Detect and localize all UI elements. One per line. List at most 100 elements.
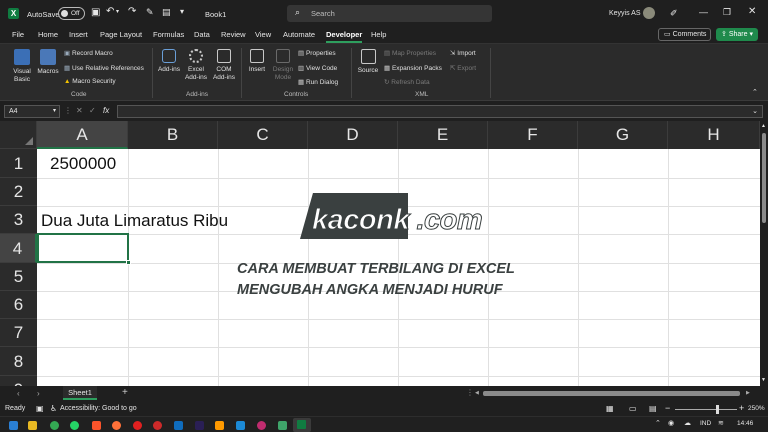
vscode-icon[interactable]: [236, 421, 245, 430]
import-button[interactable]: ⇲ Import: [450, 49, 476, 57]
horizontal-scrollbar[interactable]: [483, 391, 740, 396]
draw-icon[interactable]: ✎: [146, 7, 154, 18]
expansion-packs-button[interactable]: ▦ Expansion Packs: [384, 64, 442, 72]
tab-help[interactable]: Help: [371, 30, 386, 39]
cell-a3[interactable]: Dua Juta Limaratus Ribu: [41, 211, 228, 231]
prev-sheet-icon[interactable]: ‹: [17, 389, 20, 398]
file-explorer-icon[interactable]: [28, 421, 37, 430]
whatsapp-icon[interactable]: [70, 421, 79, 430]
media-player-icon[interactable]: [257, 421, 266, 430]
row-header-9[interactable]: 9: [0, 376, 37, 386]
export-button[interactable]: ⇱ Export: [450, 64, 476, 72]
tab-file[interactable]: File: [12, 30, 24, 39]
tab-review[interactable]: Review: [221, 30, 246, 39]
scroll-thumb[interactable]: [762, 133, 766, 223]
macro-record-icon[interactable]: ▣: [36, 404, 44, 413]
insert-function-icon[interactable]: fx: [103, 106, 109, 115]
next-sheet-icon[interactable]: ›: [37, 389, 40, 398]
row-header-3[interactable]: 3: [0, 206, 37, 234]
formula-input[interactable]: ⌄: [117, 105, 763, 118]
macros-button[interactable]: Macros: [35, 49, 61, 76]
hscroll-left-icon[interactable]: ◀: [475, 390, 479, 396]
row-header-4[interactable]: 4: [0, 234, 37, 263]
sheet-tab-sheet1[interactable]: Sheet1: [63, 386, 97, 400]
outlook-icon[interactable]: [174, 421, 183, 430]
tray-cloud-icon[interactable]: ☁: [684, 419, 691, 427]
pen-icon[interactable]: ✐: [670, 8, 678, 19]
tab-automate[interactable]: Automate: [283, 30, 315, 39]
normal-view-icon[interactable]: ▦: [606, 404, 614, 413]
column-header-f[interactable]: F: [488, 121, 578, 149]
hscroll-right-icon[interactable]: ▶: [746, 390, 750, 396]
wifi-icon[interactable]: ≋: [718, 419, 724, 427]
row-header-7[interactable]: 7: [0, 319, 37, 347]
accessibility-icon[interactable]: ♿: [50, 404, 57, 413]
enter-icon[interactable]: ✓: [89, 106, 96, 115]
record-macro-button[interactable]: ▣ Record Macro: [64, 49, 113, 57]
row-header-5[interactable]: 5: [0, 263, 37, 291]
tab-formulas[interactable]: Formulas: [153, 30, 184, 39]
row-header-1[interactable]: 1: [0, 149, 37, 178]
add-sheet-icon[interactable]: +: [122, 387, 128, 398]
zoom-out-icon[interactable]: −: [665, 403, 670, 413]
expand-formula-icon[interactable]: ⌄: [752, 107, 758, 115]
zoom-slider-thumb[interactable]: [716, 405, 719, 414]
undo-icon[interactable]: ↶: [106, 6, 114, 17]
map-properties-button[interactable]: ▤ Map Properties: [384, 49, 436, 57]
user-name[interactable]: Keyyis AS: [609, 10, 641, 17]
scroll-up-icon[interactable]: ▲: [761, 123, 766, 129]
com-addins-button[interactable]: COM Add-ins: [211, 49, 237, 81]
tab-home[interactable]: Home: [38, 30, 58, 39]
opera-gx-icon[interactable]: [153, 421, 162, 430]
selected-cell-a4[interactable]: [37, 233, 131, 265]
addins-button[interactable]: Add-ins: [157, 49, 181, 74]
page-layout-view-icon[interactable]: ▭: [629, 404, 637, 413]
macro-security-button[interactable]: ▲ Macro Security: [64, 78, 116, 85]
vpn-icon[interactable]: [278, 421, 287, 430]
refresh-data-button[interactable]: ↻ Refresh Data: [384, 78, 430, 86]
share-button[interactable]: ⇪ Share ▾: [716, 28, 758, 41]
cell-a1[interactable]: 2500000: [50, 154, 116, 174]
page-break-view-icon[interactable]: ▤: [649, 404, 657, 413]
redo-icon[interactable]: ↷: [128, 6, 136, 17]
premiere-icon[interactable]: [195, 421, 204, 430]
tray-app-icon[interactable]: ◉: [668, 419, 674, 427]
source-button[interactable]: Source: [355, 49, 381, 75]
tab-data[interactable]: Data: [194, 30, 210, 39]
scroll-down-icon[interactable]: ▼: [761, 377, 766, 383]
clock[interactable]: 14:46: [737, 420, 753, 427]
select-all-corner[interactable]: [0, 121, 37, 149]
fill-handle[interactable]: [126, 260, 131, 265]
tab-developer[interactable]: Developer: [326, 30, 362, 39]
vertical-scrollbar[interactable]: ▲ ▼: [760, 121, 768, 386]
name-box[interactable]: A4 ▾: [4, 105, 60, 118]
firefox-icon[interactable]: [112, 421, 121, 430]
insert-control-button[interactable]: Insert: [245, 49, 269, 74]
quick-access-more-icon[interactable]: ▾: [180, 7, 184, 16]
taskbar-excel-active[interactable]: [293, 418, 311, 432]
tray-chevron-icon[interactable]: ⌃: [655, 419, 661, 427]
accessibility-status[interactable]: Accessibility: Good to go: [60, 405, 137, 412]
row-header-2[interactable]: 2: [0, 178, 37, 206]
sheet-options-icon[interactable]: ⋮: [466, 388, 474, 397]
autosave-toggle[interactable]: Off: [58, 7, 85, 20]
column-header-c[interactable]: C: [218, 121, 308, 149]
column-header-d[interactable]: D: [308, 121, 398, 149]
tab-view[interactable]: View: [255, 30, 271, 39]
collapse-ribbon-icon[interactable]: ⌃: [752, 88, 758, 96]
row-header-6[interactable]: 6: [0, 291, 37, 319]
save-icon[interactable]: ▣: [91, 7, 100, 18]
cancel-icon[interactable]: ✕: [76, 106, 83, 115]
column-header-a[interactable]: A: [37, 121, 128, 149]
row-header-8[interactable]: 8: [0, 347, 37, 376]
tab-insert[interactable]: Insert: [69, 30, 88, 39]
minimize-icon[interactable]: —: [699, 7, 708, 17]
column-header-h[interactable]: H: [668, 121, 760, 149]
form-icon[interactable]: ▤: [162, 7, 171, 18]
column-header-b[interactable]: B: [128, 121, 218, 149]
tab-page-layout[interactable]: Page Layout: [100, 30, 142, 39]
illustrator-icon[interactable]: [215, 421, 224, 430]
avatar[interactable]: [643, 7, 655, 19]
undo-dropdown-icon[interactable]: ▾: [116, 8, 119, 15]
design-mode-button[interactable]: Design Mode: [270, 49, 296, 81]
